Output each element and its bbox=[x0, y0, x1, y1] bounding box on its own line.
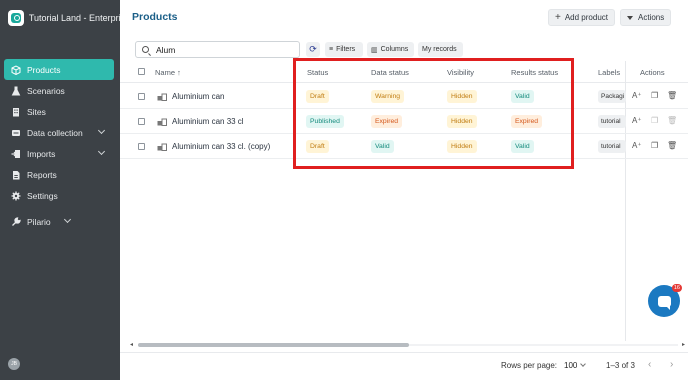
next-page-icon[interactable]: › bbox=[670, 359, 673, 370]
sidebar-item-label: Scenarios bbox=[27, 85, 65, 96]
chat-unread-badge: 16 bbox=[671, 284, 682, 292]
sidebar: Tutorial Land - Enterpris Products Scena… bbox=[0, 0, 120, 380]
chevron-down-icon bbox=[97, 147, 106, 156]
sidebar-item-pilario[interactable]: Pilario bbox=[4, 211, 114, 232]
horizontal-scrollbar[interactable]: ◂ ▸ bbox=[130, 341, 685, 349]
row-checkbox[interactable] bbox=[138, 143, 145, 150]
row-checkbox[interactable] bbox=[138, 118, 145, 125]
label-chip[interactable]: Packagi bbox=[598, 90, 626, 103]
sidebar-nav: Products Scenarios Sites Data collection bbox=[0, 59, 120, 232]
search-box[interactable] bbox=[135, 41, 300, 58]
sidebar-item-label: Sites bbox=[27, 106, 46, 117]
add-product-button[interactable]: + Add product bbox=[548, 9, 615, 26]
rows-per-page-select[interactable]: 100 bbox=[564, 361, 577, 370]
app-logo-icon bbox=[8, 10, 24, 26]
sidebar-item-sites[interactable]: Sites bbox=[4, 101, 114, 122]
pagination-range: 1–3 of 3 bbox=[606, 361, 635, 370]
select-all-checkbox[interactable] bbox=[138, 68, 145, 75]
column-header-actions: Actions bbox=[640, 68, 665, 77]
column-header-name[interactable]: Name ↑ bbox=[155, 68, 181, 77]
sidebar-item-reports[interactable]: Reports bbox=[4, 164, 114, 185]
duplicate-icon: ❐ bbox=[651, 116, 659, 125]
product-icon bbox=[157, 118, 167, 126]
column-header-label: Name bbox=[155, 68, 176, 77]
product-name[interactable]: Aluminium can 33 cl bbox=[172, 117, 244, 126]
caret-down-icon bbox=[627, 15, 633, 20]
filters-button[interactable]: ≡ Filters bbox=[325, 42, 363, 57]
sidebar-item-label: Pilario bbox=[27, 216, 51, 227]
sidebar-item-label: Imports bbox=[27, 148, 56, 159]
sidebar-item-imports[interactable]: Imports bbox=[4, 143, 114, 164]
actions-label: Actions bbox=[638, 13, 665, 22]
search-input[interactable] bbox=[156, 44, 286, 55]
main-content: Products + Add product Actions ⟳ ≡ Filte… bbox=[120, 0, 688, 380]
sidebar-item-data-collection[interactable]: Data collection bbox=[4, 122, 114, 143]
chat-bubble-icon bbox=[657, 295, 671, 310]
sidebar-item-products[interactable]: Products bbox=[4, 59, 114, 80]
duplicate-icon[interactable]: ❐ bbox=[651, 141, 658, 150]
sidebar-item-settings[interactable]: Settings bbox=[4, 185, 114, 206]
add-product-label: Add product bbox=[564, 13, 608, 22]
my-records-button[interactable]: My records bbox=[418, 42, 463, 57]
label-chip[interactable]: tutorial bbox=[598, 115, 626, 128]
columns-button[interactable]: ▥ Columns bbox=[367, 42, 414, 57]
sidebar-item-label: Reports bbox=[27, 169, 57, 180]
product-icon bbox=[157, 143, 167, 151]
table-footer: Rows per page: 100 1–3 of 3 ‹ › bbox=[120, 352, 688, 380]
sidebar-item-label: Settings bbox=[27, 190, 58, 201]
sort-arrow-icon: ↑ bbox=[177, 68, 181, 77]
scroll-right-icon[interactable]: ▸ bbox=[682, 341, 685, 348]
my-records-label: My records bbox=[422, 46, 457, 53]
refresh-icon: ⟳ bbox=[309, 44, 317, 54]
trash-icon: 🗑 bbox=[667, 116, 678, 125]
report-icon bbox=[11, 170, 21, 180]
wrench-icon bbox=[11, 216, 21, 227]
refresh-button[interactable]: ⟳ bbox=[306, 42, 320, 57]
filters-label: Filters bbox=[336, 46, 356, 53]
product-name[interactable]: Aluminium can 33 cl. (copy) bbox=[172, 142, 270, 151]
add-label-icon[interactable]: A⁺ bbox=[632, 91, 642, 100]
product-name[interactable]: Aluminium can bbox=[172, 92, 224, 101]
trash-icon[interactable]: 🗑 bbox=[667, 91, 677, 100]
rows-per-page-label: Rows per page: bbox=[501, 361, 558, 370]
label-chip[interactable]: tutorial bbox=[598, 140, 626, 153]
scroll-left-icon[interactable]: ◂ bbox=[130, 341, 133, 348]
duplicate-icon[interactable]: ❐ bbox=[651, 91, 658, 100]
import-icon bbox=[11, 149, 21, 159]
building-icon bbox=[11, 107, 21, 117]
chat-button[interactable]: 16 bbox=[648, 284, 682, 317]
add-label-icon[interactable]: A⁺ bbox=[632, 116, 642, 125]
columns-label: Columns bbox=[380, 46, 409, 53]
chevron-down-icon bbox=[97, 126, 106, 135]
page-title: Products bbox=[132, 11, 178, 23]
search-icon bbox=[142, 46, 149, 53]
chevron-down-icon bbox=[63, 215, 72, 224]
collection-icon bbox=[11, 128, 21, 138]
highlight-box bbox=[293, 58, 574, 169]
avatar[interactable]: JB bbox=[8, 358, 20, 370]
box-icon bbox=[11, 64, 21, 75]
sidebar-item-label: Products bbox=[27, 64, 61, 75]
sidebar-item-label: Data collection bbox=[27, 127, 83, 138]
add-label-icon[interactable]: A⁺ bbox=[632, 141, 642, 150]
columns-icon: ▥ bbox=[371, 46, 378, 54]
brand[interactable]: Tutorial Land - Enterpris bbox=[0, 0, 120, 36]
product-icon bbox=[157, 93, 167, 101]
flask-icon bbox=[11, 86, 21, 96]
actions-menu-button[interactable]: Actions bbox=[620, 9, 671, 26]
app-title: Tutorial Land - Enterpris bbox=[28, 13, 120, 23]
chevron-down-icon[interactable] bbox=[580, 361, 586, 367]
sidebar-item-scenarios[interactable]: Scenarios bbox=[4, 80, 114, 101]
previous-page-icon[interactable]: ‹ bbox=[648, 359, 651, 370]
filter-icon: ≡ bbox=[329, 46, 334, 53]
trash-icon[interactable]: 🗑 bbox=[667, 141, 677, 150]
scrollbar-thumb[interactable] bbox=[138, 343, 409, 347]
plus-icon: + bbox=[555, 12, 561, 23]
column-header-labels[interactable]: Labels bbox=[598, 68, 620, 77]
row-checkbox[interactable] bbox=[138, 93, 145, 100]
gear-icon bbox=[11, 191, 21, 201]
